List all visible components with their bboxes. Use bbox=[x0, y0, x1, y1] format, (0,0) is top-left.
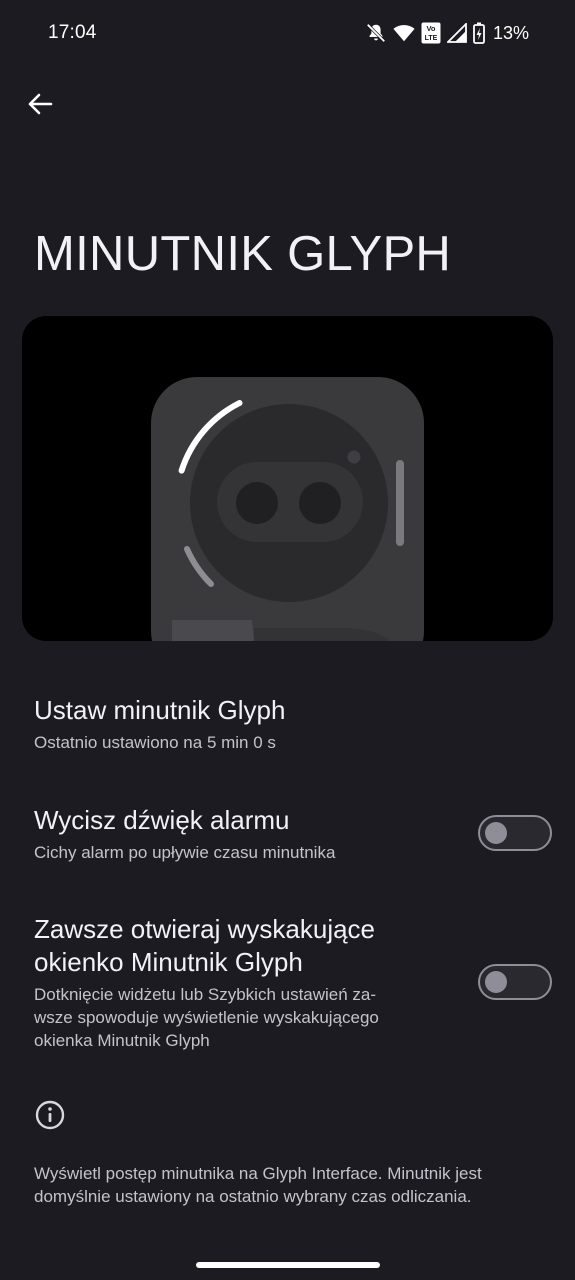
signal-icon bbox=[446, 23, 467, 43]
footer-description: Wyświetl postęp minutnika na Glyph Inter… bbox=[34, 1162, 559, 1208]
battery-percent: 13% bbox=[492, 22, 529, 43]
footer-line1: Wyświetl postęp minutnika na Glyph Inter… bbox=[34, 1164, 482, 1183]
setting-set-timer-subtitle: Ostatnio ustawiono na 5 min 0 s bbox=[34, 733, 276, 752]
volte-bottom-text: LTE bbox=[425, 35, 438, 42]
glyph-preview-image bbox=[22, 316, 553, 641]
back-button[interactable] bbox=[20, 86, 60, 126]
setting-set-timer[interactable]: Ustaw minutnik Glyph Ostatnio ustawiono … bbox=[34, 694, 454, 754]
battery-charging-icon bbox=[473, 22, 485, 44]
phone-back-illustration bbox=[151, 377, 424, 641]
page-title: MINUTNIK GLYPH bbox=[34, 227, 452, 281]
setting-popup-subtitle-line1: Dotknięcie widżetu lub Szybkich ustawień… bbox=[34, 985, 377, 1004]
toggle-knob bbox=[485, 822, 507, 844]
setting-always-open-popup[interactable]: Zawsze otwieraj wyskakujące okienko Minu… bbox=[34, 913, 474, 1052]
footer-line2: domyślnie ustawiony na ostatnio wybrany … bbox=[34, 1187, 472, 1206]
silence-alarm-toggle[interactable] bbox=[478, 815, 552, 851]
status-icons: Vo LTE 13% bbox=[365, 20, 529, 46]
setting-popup-subtitle-line3: okienka Minutnik Glyph bbox=[34, 1031, 210, 1050]
setting-popup-title-line1: Zawsze otwieraj wyskakujące bbox=[34, 914, 376, 944]
status-time: 17:04 bbox=[48, 22, 97, 43]
setting-popup-title-line2: okienko Minutnik Glyph bbox=[34, 947, 303, 977]
always-open-popup-toggle[interactable] bbox=[478, 964, 552, 1000]
setting-silence-alarm-title: Wycisz dźwięk alarmu bbox=[34, 805, 290, 835]
arrow-left-icon bbox=[27, 92, 53, 121]
volte-top-text: Vo bbox=[426, 24, 435, 33]
setting-silence-alarm-subtitle: Cichy alarm po upływie czasu minutnika bbox=[34, 843, 336, 862]
info-icon bbox=[34, 1099, 66, 1131]
setting-set-timer-title: Ustaw minutnik Glyph bbox=[34, 695, 286, 725]
wifi-icon bbox=[393, 23, 415, 43]
setting-popup-subtitle-line2: wsze spowoduje wyświetlenie wyskakująceg… bbox=[34, 1008, 379, 1027]
setting-silence-alarm[interactable]: Wycisz dźwięk alarmu Cichy alarm po upły… bbox=[34, 804, 454, 864]
mute-icon bbox=[365, 22, 387, 44]
toggle-knob bbox=[485, 971, 507, 993]
status-bar: 17:04 Vo LTE 13% bbox=[0, 0, 575, 66]
volte-icon: Vo LTE bbox=[421, 22, 441, 44]
gesture-nav-handle[interactable] bbox=[196, 1262, 380, 1268]
